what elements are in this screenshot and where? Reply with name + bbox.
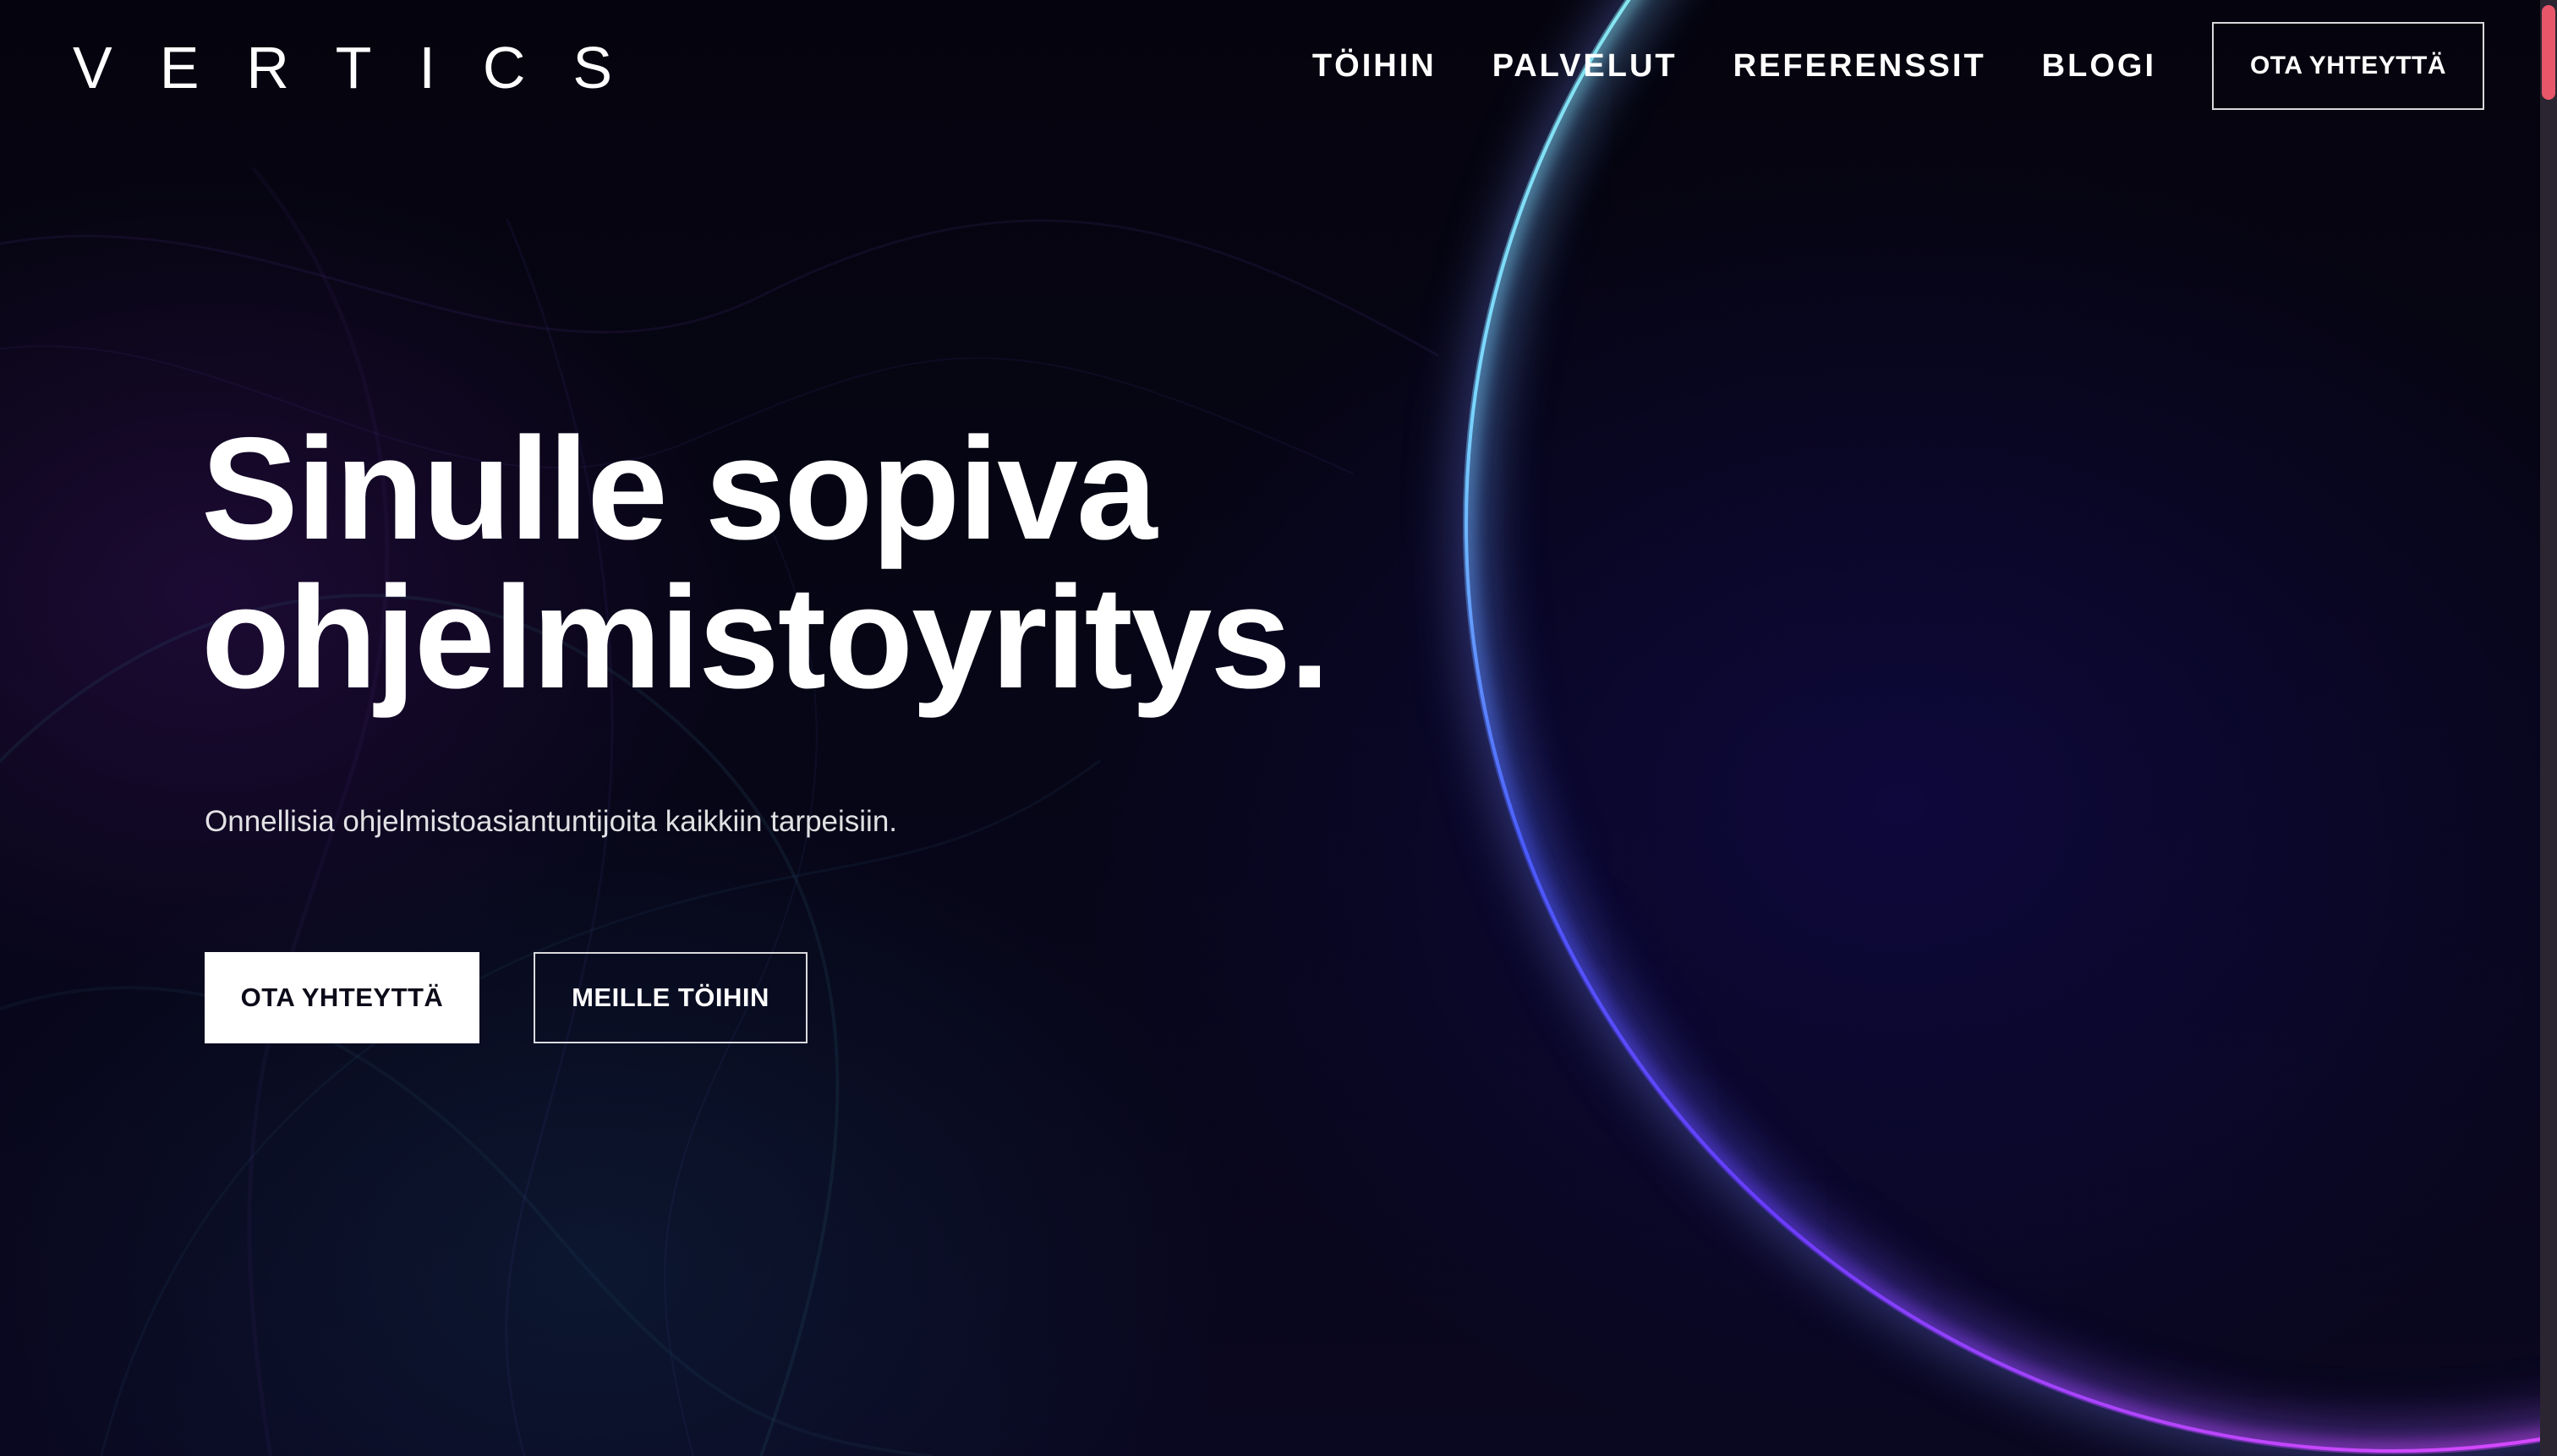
scrollbar[interactable] — [2540, 0, 2557, 1456]
hero-title-line-1: Sinulle sopiva — [201, 408, 1158, 570]
hero-subtitle: Onnellisia ohjelmistoasiantuntijoita kai… — [205, 805, 898, 838]
hero-title-line-2: ohjelmistoyritys. — [201, 556, 1330, 719]
join-us-button[interactable]: MEILLE TÖIHIN — [534, 952, 808, 1043]
scrollbar-thumb[interactable] — [2542, 5, 2555, 100]
page: VERTICS TÖIHIN PALVELUT REFERENSSIT BLOG… — [0, 0, 2557, 1456]
hero-title: Sinulle sopiva ohjelmistoyritys. — [201, 408, 1330, 719]
nav-item-toihin[interactable]: TÖIHIN — [1312, 48, 1437, 85]
nav-item-referenssit[interactable]: REFERENSSIT — [1733, 48, 1986, 85]
contact-button[interactable]: OTA YHTEYTTÄ — [205, 952, 479, 1043]
nav-item-blogi[interactable]: BLOGI — [2042, 48, 2156, 85]
ring-glow — [1463, 0, 2557, 1454]
glowing-ring-icon — [1463, 0, 2557, 1454]
vertics-logo[interactable]: VERTICS — [73, 34, 660, 101]
header-contact-button[interactable]: OTA YHTEYTTÄ — [2212, 22, 2484, 110]
nav-item-palvelut[interactable]: PALVELUT — [1492, 48, 1678, 85]
main-nav: TÖIHIN PALVELUT REFERENSSIT BLOGI OTA YH… — [1257, 19, 2484, 113]
background-wisps — [0, 167, 1439, 1456]
